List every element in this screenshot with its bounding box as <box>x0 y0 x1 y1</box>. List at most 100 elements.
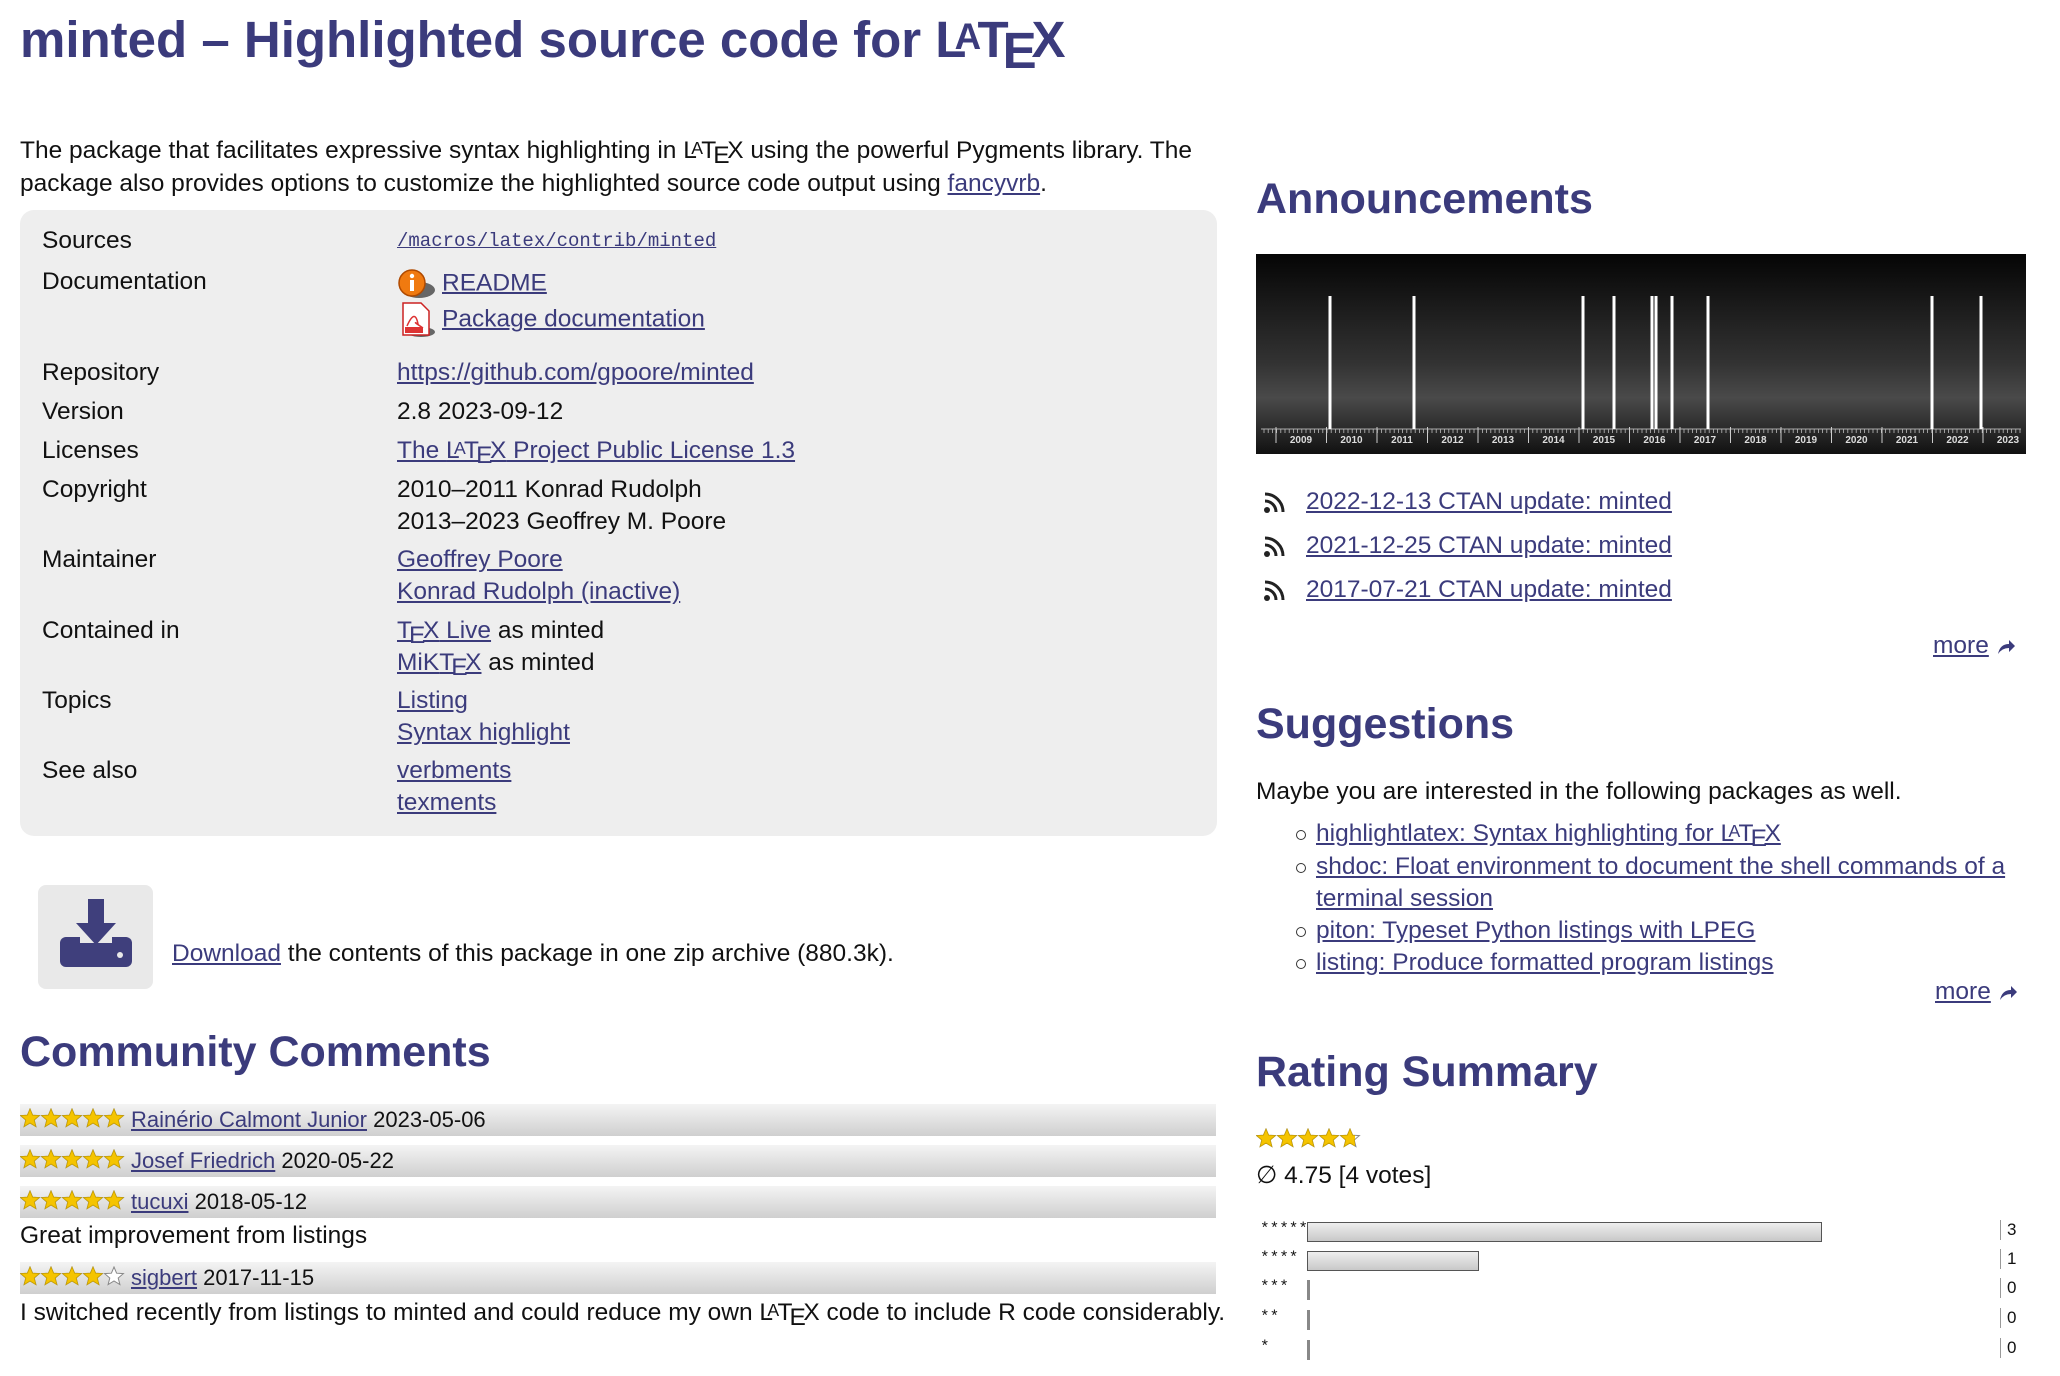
rating-row: **** 1 <box>1260 1249 2020 1275</box>
star-icon <box>19 1265 41 1286</box>
comments-heading: Community Comments <box>20 1028 491 1076</box>
star-rating <box>19 1263 125 1295</box>
page-title: minted – Highlighted source code for LAT… <box>20 10 1066 80</box>
suggestion-item: piton: Typeset Python listings with LPEG <box>1296 915 2016 947</box>
info-label: Copyright <box>42 476 147 503</box>
star-rating <box>1255 1127 1361 1153</box>
star-icon <box>82 1189 104 1210</box>
maintainer-link[interactable]: Geoffrey Poore <box>397 546 563 573</box>
fancyvrb-link[interactable]: fancyvrb <box>948 170 1041 197</box>
announcements-more[interactable]: more <box>1933 632 2016 660</box>
suggestion-link[interactable]: listing: Produce formatted program listi… <box>1316 949 1774 976</box>
share-arrow-icon <box>1997 639 2015 654</box>
announcements-heading: Announcements <box>1256 175 1593 223</box>
star-icon <box>1318 1127 1340 1148</box>
sources-link[interactable]: /macros/latex/contrib/minted <box>397 225 716 257</box>
rating-bar <box>1307 1310 1310 1330</box>
comment-author-link[interactable]: Josef Friedrich <box>131 1148 275 1173</box>
intro-text: The package that facilitates expressive … <box>20 137 684 164</box>
timeline-year-label: 2022 <box>1946 435 1969 446</box>
suggestions-more[interactable]: more <box>1935 978 2018 1006</box>
comment-text: I switched recently from listings to min… <box>20 1299 1225 1331</box>
suggestions-list: highlightlatex: Syntax highlighting for … <box>1296 818 2016 979</box>
suggestion-item: highlightlatex: Syntax highlighting for … <box>1296 818 2016 853</box>
maintainer-link[interactable]: Konrad Rudolph (inactive) <box>397 578 680 605</box>
texlive-link[interactable]: TEX Live <box>397 617 491 649</box>
download-icon <box>60 899 132 967</box>
timeline-year-label: 2011 <box>1391 435 1413 446</box>
download-link[interactable]: Download <box>172 940 281 967</box>
timeline-year-label: 2010 <box>1340 435 1363 446</box>
comment-author-link[interactable]: sigbert <box>131 1265 197 1290</box>
pdf-icon <box>402 302 435 337</box>
more-link[interactable]: more <box>1933 632 1989 659</box>
rating-row: ***** 3 <box>1260 1220 2020 1246</box>
star-icon <box>103 1265 125 1286</box>
package-doc-entry: Package documentation <box>397 302 705 338</box>
star-icon <box>103 1189 125 1210</box>
comment-date: 2017-11-15 <box>203 1265 315 1290</box>
rss-icon <box>1264 492 1285 513</box>
timeline-year-label: 2012 <box>1441 435 1464 446</box>
rating-row-label: ** <box>1260 1308 1280 1326</box>
average-rating-text: ∅ 4.75 [4 votes] <box>1256 1162 1432 1189</box>
timeline-year-label: 2020 <box>1845 435 1868 446</box>
rss-icon <box>1264 580 1285 601</box>
star-icon <box>61 1265 83 1286</box>
package-documentation-link[interactable]: Package documentation <box>442 305 705 332</box>
comment-author-link[interactable]: Rainério Calmont Junior <box>131 1107 367 1132</box>
suggestion-link[interactable]: shdoc: Float environment to document the… <box>1316 853 2005 912</box>
see-also-link[interactable]: texments <box>397 789 496 816</box>
announcement-item: 2022-12-13 CTAN update: minted <box>1262 488 1672 516</box>
star-icon <box>1297 1127 1319 1148</box>
star-icon <box>19 1148 41 1169</box>
more-link[interactable]: more <box>1935 978 1991 1005</box>
announcement-link[interactable]: 2021-12-25 CTAN update: minted <box>1306 532 1672 559</box>
star-icon <box>82 1148 104 1169</box>
comment-date: 2018-05-12 <box>194 1189 308 1214</box>
download-button[interactable] <box>38 885 153 989</box>
info-label: Sources <box>42 227 132 254</box>
readme-link[interactable]: README <box>442 269 547 296</box>
timeline-year-label: 2023 <box>1997 435 2020 446</box>
star-icon <box>40 1265 62 1286</box>
topic-link[interactable]: Listing <box>397 687 468 714</box>
suggestion-item: shdoc: Float environment to document the… <box>1296 851 2016 915</box>
rating-row-label: *** <box>1260 1278 1289 1296</box>
star-icon <box>40 1107 62 1128</box>
see-also-values: verbments texments <box>397 755 511 819</box>
copyright-values: 2010–2011 Konrad Rudolph 2013–2023 Geoff… <box>397 474 726 538</box>
timeline-year-label: 2018 <box>1744 435 1767 446</box>
announcement-link[interactable]: 2022-12-13 CTAN update: minted <box>1306 488 1672 515</box>
star-icon <box>103 1107 125 1128</box>
topic-values: Listing Syntax highlight <box>397 685 570 749</box>
latex-logo: LATEX <box>935 11 1066 80</box>
license-link[interactable]: The LATEX Project Public License 1.3 <box>397 435 795 469</box>
suggestion-link[interactable]: piton: Typeset Python listings with LPEG <box>1316 917 1755 944</box>
star-rating <box>19 1187 125 1219</box>
repository-link[interactable]: https://github.com/gpoore/minted <box>397 357 754 389</box>
star-icon <box>103 1148 125 1169</box>
intro-text: . <box>1040 170 1047 197</box>
info-label: Documentation <box>42 268 207 295</box>
comment-text-part: I switched recently from listings to min… <box>20 1299 760 1326</box>
rating-bar <box>1307 1340 1310 1360</box>
announcement-link[interactable]: 2017-07-21 CTAN update: minted <box>1306 576 1672 603</box>
suggestion-link[interactable]: highlightlatex: Syntax highlighting for … <box>1316 820 1781 853</box>
rating-row-label: **** <box>1260 1249 1299 1267</box>
suggestions-heading: Suggestions <box>1256 700 1515 748</box>
package-description: The package that facilitates expressive … <box>20 135 1200 200</box>
timeline-year-label: 2015 <box>1593 435 1616 446</box>
comment-author-link[interactable]: tucuxi <box>131 1189 188 1214</box>
star-icon <box>61 1148 83 1169</box>
see-also-link[interactable]: verbments <box>397 757 511 784</box>
topic-link[interactable]: Syntax highlight <box>397 719 570 746</box>
rating-row-label: * <box>1260 1338 1270 1356</box>
miktex-link[interactable]: MiKTEX <box>397 649 481 681</box>
latex-logo: LATEX <box>1720 820 1781 853</box>
star-icon <box>19 1189 41 1210</box>
suggestion-item: listing: Produce formatted program listi… <box>1296 947 2016 979</box>
latex-logo: LATEX <box>683 137 744 170</box>
star-icon <box>61 1189 83 1210</box>
readme-entry: README <box>397 266 705 302</box>
